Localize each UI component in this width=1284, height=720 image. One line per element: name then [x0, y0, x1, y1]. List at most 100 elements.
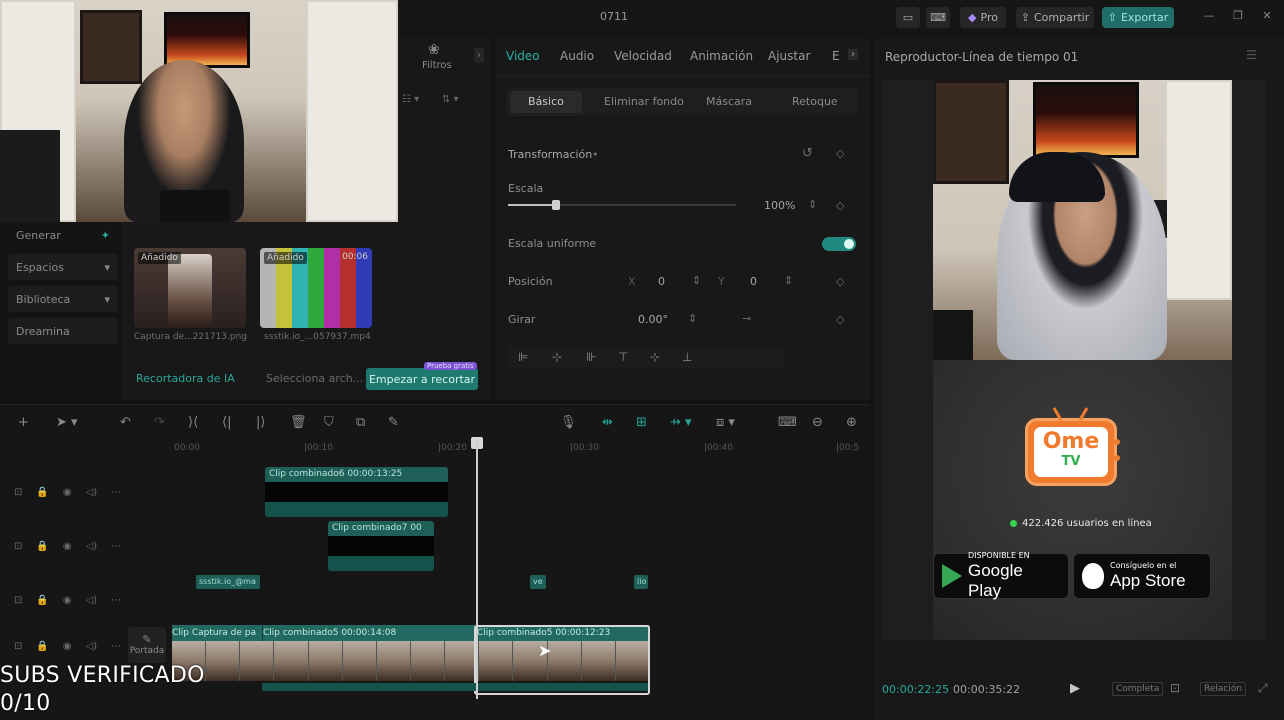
select-tool-icon[interactable]: ➤ ▾: [56, 415, 78, 430]
keyframe-icon[interactable]: ◇: [836, 147, 844, 160]
ruler-tick: |00:30: [570, 443, 599, 453]
full-button[interactable]: Completa: [1112, 682, 1164, 696]
start-cut-button[interactable]: Empezar a recortar: [366, 368, 478, 390]
tab-more[interactable]: E: [832, 49, 840, 63]
track-controls[interactable]: ⊡ 🔒 ◉ ◁) ⋯: [14, 595, 121, 606]
filters-label[interactable]: Filtros: [422, 60, 452, 71]
tab-audio[interactable]: Audio: [560, 49, 594, 63]
export-button[interactable]: ⇧ Exportar: [1102, 7, 1174, 28]
timeline-clip[interactable]: lio: [634, 575, 648, 589]
sidebar-item-generar[interactable]: Generar ✦: [8, 222, 118, 248]
subtab-retoque[interactable]: Retoque: [792, 95, 838, 108]
timeline-clip[interactable]: Clip combinado7 00: [328, 521, 434, 571]
playhead[interactable]: [476, 439, 478, 699]
stepper-icon[interactable]: ⇕: [808, 198, 817, 211]
snap-icon[interactable]: ⇸ ▾: [670, 415, 692, 430]
split-icon[interactable]: ⟩⟨: [188, 415, 198, 430]
align-bottom-icon[interactable]: ⊥: [682, 350, 692, 364]
ometv-logo: Ome TV: [1025, 407, 1120, 486]
fullscreen-icon[interactable]: ⤢: [1258, 681, 1268, 696]
close-icon[interactable]: ✕: [1260, 9, 1274, 23]
split-right-icon[interactable]: |⟩: [256, 415, 265, 430]
pro-label: Pro: [980, 11, 998, 24]
caption-icon[interactable]: ⌨: [778, 415, 797, 430]
ruler-tick: |00:10: [304, 443, 333, 453]
sidebar-item-espacios[interactable]: Espacios ▾: [8, 254, 118, 280]
timeline-clip[interactable]: ssstik.io_@ma: [196, 575, 260, 589]
shortcuts-icon[interactable]: ⌨: [926, 7, 950, 28]
pos-x-input[interactable]: 0: [658, 275, 665, 288]
subtab-eliminar-fondo[interactable]: Eliminar fondo: [604, 95, 684, 108]
sidebar-item-dreamina[interactable]: Dreamina: [8, 318, 118, 344]
current-time: 00:00:22:25: [882, 683, 950, 696]
subtab-basico[interactable]: Básico: [510, 91, 582, 113]
keyframe-icon[interactable]: ◇: [836, 313, 844, 326]
view-toggle-icon[interactable]: ☷ ▾: [402, 94, 419, 105]
align-left-icon[interactable]: ⊫: [518, 350, 528, 364]
rotate-handle-icon[interactable]: ⊸: [742, 312, 751, 325]
chair: [0, 130, 60, 222]
pos-y-input[interactable]: 0: [750, 275, 757, 288]
layout-icon[interactable]: ▭: [896, 7, 920, 28]
reset-icon[interactable]: ↺: [802, 146, 813, 161]
keyframe-icon[interactable]: ◇: [836, 199, 844, 212]
chevron-right-icon[interactable]: ›: [848, 49, 858, 60]
redo-icon[interactable]: ↷: [154, 415, 165, 430]
zoom-out-icon[interactable]: ⊖: [812, 415, 823, 430]
align-center-v-icon[interactable]: ⊹: [650, 350, 660, 364]
crop-icon[interactable]: ⧉: [356, 415, 365, 430]
stepper-icon[interactable]: ⇕: [784, 274, 793, 287]
uniform-scale-toggle[interactable]: [822, 237, 856, 251]
media-thumb[interactable]: Añadido: [134, 248, 246, 328]
play-icon[interactable]: ▶: [1070, 681, 1080, 696]
tab-ajustar[interactable]: Ajustar: [768, 49, 810, 63]
cover-button[interactable]: ✎ Portada: [128, 627, 166, 663]
stepper-icon[interactable]: ⇕: [688, 312, 697, 325]
keyframe-icon[interactable]: ◇: [836, 275, 844, 288]
scale-value[interactable]: 100%: [764, 199, 795, 212]
wall-tv: [1033, 82, 1139, 158]
timeline-clip[interactable]: Clip combinado6 00:00:13:25: [265, 467, 448, 517]
scale-slider-handle[interactable]: [552, 200, 560, 210]
align-center-h-icon[interactable]: ⊹: [552, 350, 562, 364]
link-main-icon[interactable]: ⇹: [602, 415, 613, 430]
screenshot-icon[interactable]: ⊡: [1170, 681, 1180, 695]
chevron-right-icon[interactable]: ›: [474, 48, 484, 63]
pos-x-label: X: [628, 275, 636, 288]
track-controls[interactable]: ⊡ 🔒 ◉ ◁) ⋯: [14, 541, 121, 552]
tab-video[interactable]: Video: [506, 49, 540, 63]
add-icon[interactable]: +: [18, 415, 29, 430]
stepper-icon[interactable]: ⇕: [692, 274, 701, 287]
sidebar-item-biblioteca[interactable]: Biblioteca ▾: [8, 286, 118, 312]
subtab-mascara[interactable]: Máscara: [706, 95, 752, 108]
ratio-button[interactable]: Relación: [1200, 682, 1247, 696]
media-thumb[interactable]: Añadido 00:06: [260, 248, 372, 328]
track-controls[interactable]: ⊡ 🔒 ◉ ◁) ⋯: [14, 641, 121, 652]
microphone-icon[interactable]: 🎙: [560, 415, 577, 430]
preview-axis-icon[interactable]: ⧈ ▾: [716, 415, 735, 430]
tab-velocidad[interactable]: Velocidad: [614, 49, 672, 63]
pro-button[interactable]: ◆ Pro: [960, 7, 1006, 28]
sort-icon[interactable]: ⇅ ▾: [442, 94, 459, 105]
undo-icon[interactable]: ↶: [120, 415, 131, 430]
delete-icon[interactable]: 🗑: [290, 415, 307, 430]
split-left-icon[interactable]: ⟨|: [222, 415, 231, 430]
thumb-duration: 00:06: [342, 252, 368, 262]
filters-icon[interactable]: ❀: [428, 42, 440, 58]
timeline-clip[interactable]: ve: [530, 575, 546, 589]
align-right-icon[interactable]: ⊪: [586, 350, 596, 364]
magnet-icon[interactable]: ⊞: [636, 415, 647, 430]
preview-canvas[interactable]: Ome TV 422.426 usuarios en línea DISPONI…: [882, 80, 1266, 640]
tab-animacion[interactable]: Animación: [690, 49, 753, 63]
minimize-icon[interactable]: —: [1202, 9, 1216, 23]
track-controls[interactable]: ⊡ 🔒 ◉ ◁) ⋯: [14, 487, 121, 498]
menu-icon[interactable]: ☰: [1246, 48, 1257, 62]
restore-icon[interactable]: ❐: [1231, 9, 1245, 23]
align-top-icon[interactable]: ⊤: [618, 350, 628, 364]
share-button[interactable]: ⇪ Compartir: [1016, 7, 1094, 28]
zoom-in-icon[interactable]: ⊕: [846, 415, 857, 430]
shield-icon[interactable]: ⛉: [324, 415, 334, 430]
rotate-input[interactable]: 0.00°: [638, 313, 668, 326]
draw-icon[interactable]: ✎: [388, 415, 399, 430]
ai-select-file[interactable]: Selecciona arch...: [266, 372, 363, 385]
